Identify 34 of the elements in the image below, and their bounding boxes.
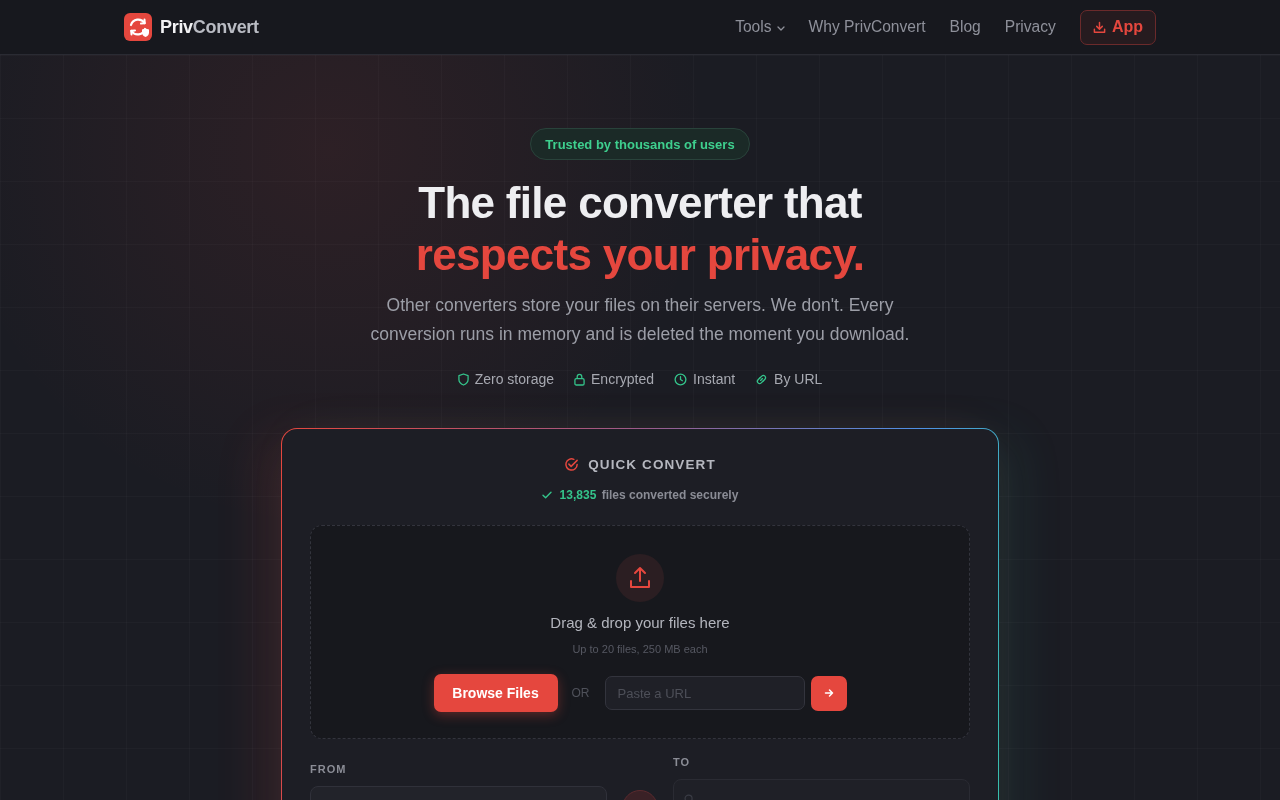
dropzone-hint: Up to 20 files, 250 MB each [572, 642, 708, 657]
circle-check-icon [564, 456, 580, 472]
card-title: QUICK CONVERT [588, 456, 716, 472]
headline: The file converter that [418, 177, 862, 229]
hero-subtitle: Other converters store your files on their servers. We don't. Every conversion runs in memory and is deleted the moment you download. [369, 294, 911, 346]
trust-badge: Trusted by thousands of users [530, 128, 750, 160]
headline-highlight: respects your privacy. [415, 229, 865, 281]
nav-link[interactable]: Blog [949, 18, 981, 36]
feature-label: Zero storage [474, 371, 555, 387]
feature-label: Instant [693, 371, 736, 387]
upload-icon [616, 554, 664, 602]
logo-icon [124, 13, 152, 41]
dropzone-heading: Drag & drop your files here [550, 613, 730, 633]
nav-link[interactable]: Tools [735, 18, 785, 36]
brand-name: PrivConvert [160, 16, 259, 38]
to-label: TO [673, 755, 692, 769]
link-icon [755, 372, 769, 386]
chevron-down-icon [776, 25, 785, 31]
nav-link[interactable]: Privacy [1004, 18, 1056, 36]
check-icon [541, 491, 552, 499]
app-button[interactable]: App [1079, 9, 1156, 45]
nav-link[interactable]: Why PrivConvert [808, 18, 926, 36]
browse-files-button[interactable]: Browse Files [433, 674, 558, 712]
conversion-count: 13,835 files converted securely [559, 488, 739, 502]
from-label: FROM [310, 762, 348, 776]
feature-label: Encrypted [591, 371, 655, 387]
lock-icon [574, 372, 586, 386]
arrow-right-icon [823, 688, 834, 698]
download-icon [1092, 20, 1106, 34]
submit-url-button[interactable] [810, 675, 847, 711]
or-separator: OR [571, 686, 590, 700]
feature-label: By URL [774, 371, 823, 387]
clock-icon [674, 372, 688, 386]
shield-icon [457, 372, 469, 386]
